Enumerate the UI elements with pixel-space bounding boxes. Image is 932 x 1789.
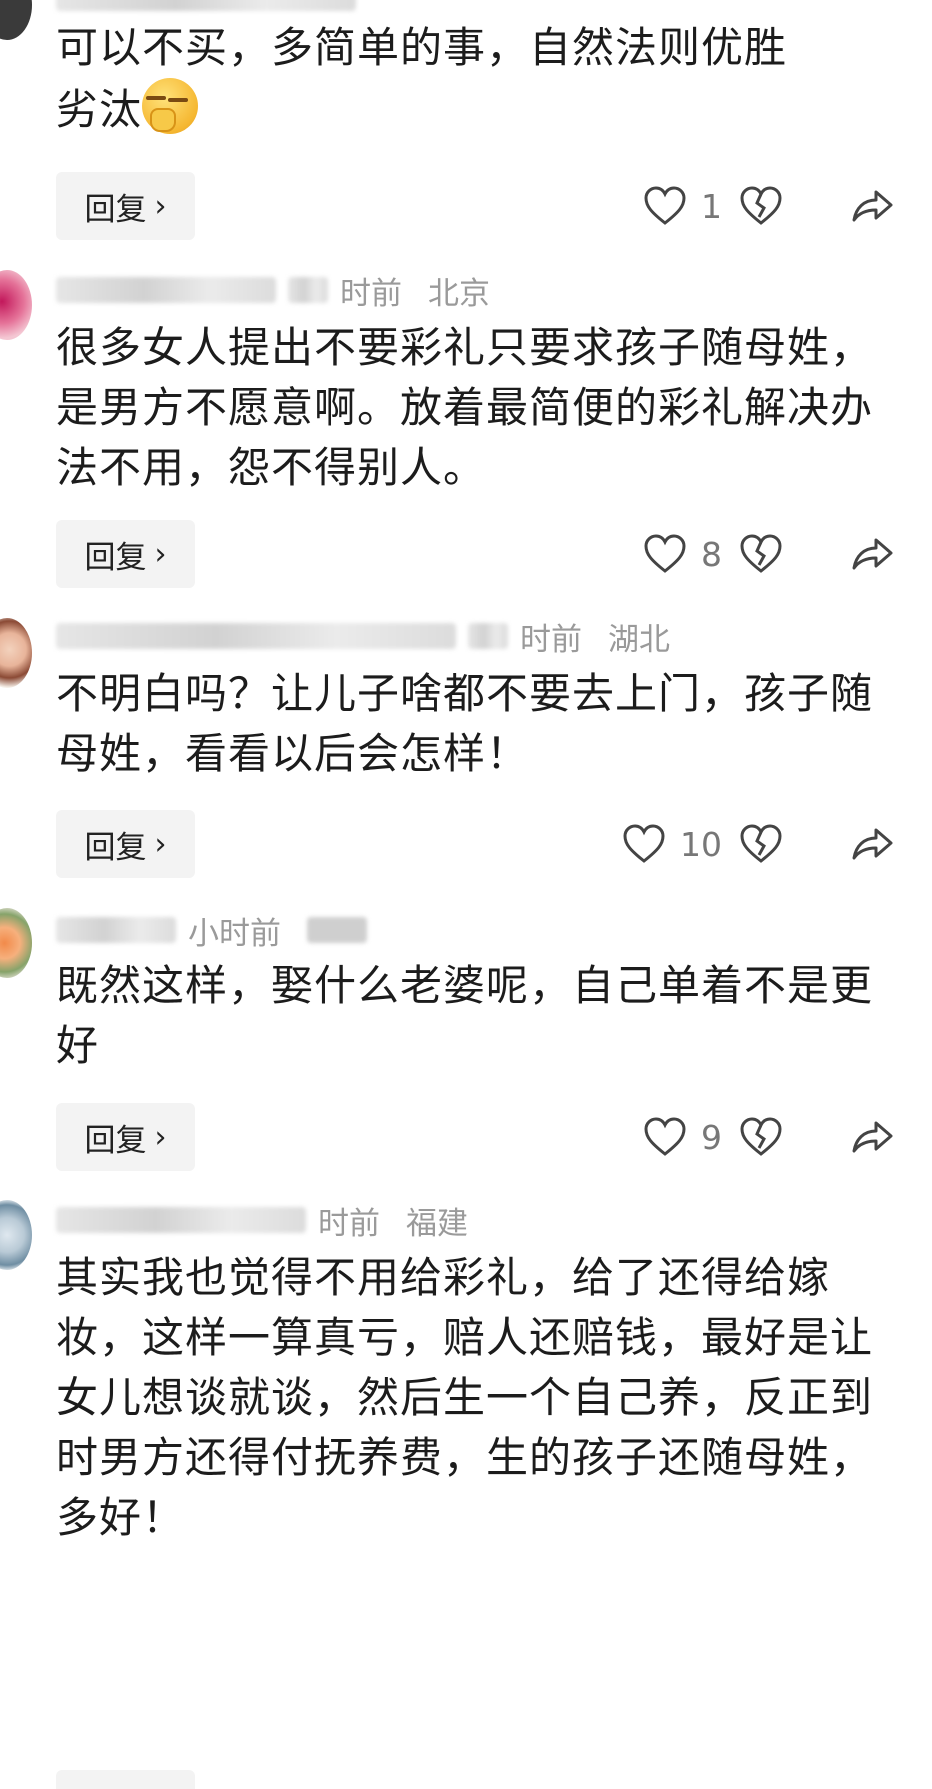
broken-heart-icon — [739, 534, 783, 574]
broken-heart-icon — [739, 186, 783, 226]
comment-text: 其实我也觉得不用给彩礼，给了还得给嫁妆，这样一算真亏，赔人还赔钱，最好是让女儿想… — [56, 1253, 874, 1542]
username[interactable] — [56, 623, 456, 649]
username[interactable] — [56, 917, 176, 943]
avatar[interactable] — [0, 270, 32, 340]
username[interactable] — [56, 1207, 306, 1233]
share-button[interactable] — [848, 810, 896, 878]
comment-meta: 小时前 — [56, 910, 379, 952]
username[interactable] — [56, 277, 276, 303]
avatar[interactable] — [0, 1200, 32, 1270]
reply-button[interactable] — [56, 1770, 195, 1789]
comment-time: 时前 — [318, 1205, 380, 1242]
heart-outline-icon — [643, 534, 687, 574]
avatar[interactable] — [0, 618, 32, 688]
heart-outline-icon — [622, 824, 666, 864]
comment-location: 北京 — [428, 275, 490, 312]
comment-meta: 时前 福建 — [56, 1200, 468, 1242]
avatar[interactable] — [0, 908, 32, 978]
like-count: 8 — [701, 534, 722, 574]
comment-text: 既然这样，娶什么老婆呢，自己单着不是更好 — [56, 961, 874, 1070]
reply-button[interactable]: 回复 › — [56, 172, 195, 240]
like-button[interactable]: 9 — [592, 1103, 722, 1171]
avatar[interactable] — [0, 0, 32, 40]
chevron-right-icon: › — [154, 1119, 167, 1155]
comment-time: 小时前 — [188, 915, 281, 952]
share-arrow-icon — [850, 186, 894, 226]
dislike-button[interactable] — [737, 520, 785, 588]
dislike-button[interactable] — [737, 810, 785, 878]
reply-button[interactable]: 回复 › — [56, 520, 195, 588]
reply-button[interactable]: 回复 › — [56, 810, 195, 878]
chevron-right-icon: › — [154, 188, 167, 224]
chevron-right-icon: › — [154, 536, 167, 572]
heart-outline-icon — [643, 186, 687, 226]
share-button[interactable] — [848, 520, 896, 588]
like-count: 9 — [701, 1117, 722, 1157]
broken-heart-icon — [739, 824, 783, 864]
dislike-button[interactable] — [737, 1103, 785, 1171]
comment-text: 很多女人提出不要彩礼只要求孩子随母姓，是男方不愿意啊。放着最简便的彩礼解决办法不… — [56, 323, 874, 492]
like-button[interactable]: 10 — [592, 810, 722, 878]
share-button[interactable] — [848, 1103, 896, 1171]
comment-text: 可以不买，多简单的事，自然法则优胜 劣汰 — [56, 23, 788, 134]
broken-heart-icon — [739, 1117, 783, 1157]
comment-text: 不明白吗？让儿子啥都不要去上门，孩子随母姓，看看以后会怎样！ — [56, 669, 874, 778]
share-arrow-icon — [850, 534, 894, 574]
like-button[interactable]: 1 — [592, 172, 722, 240]
share-button[interactable] — [848, 172, 896, 240]
heart-outline-icon — [643, 1117, 687, 1157]
comment-meta: 时前 北京 — [56, 270, 490, 312]
comment-time: 时前 — [520, 621, 582, 658]
chevron-right-icon: › — [154, 826, 167, 862]
comment-location: 福建 — [406, 1205, 468, 1242]
like-count: 10 — [680, 824, 722, 864]
comment-location: 湖北 — [608, 621, 670, 658]
smirk-emoji-icon — [142, 78, 199, 134]
reply-button[interactable]: 回复 › — [56, 1103, 195, 1171]
comment-meta: 时前 湖北 — [56, 616, 670, 658]
comment-meta — [56, 0, 368, 18]
like-count: 1 — [701, 186, 722, 226]
share-arrow-icon — [850, 824, 894, 864]
share-arrow-icon — [850, 1117, 894, 1157]
comment-time: 时前 — [340, 275, 402, 312]
like-button[interactable]: 8 — [592, 520, 722, 588]
dislike-button[interactable] — [737, 172, 785, 240]
